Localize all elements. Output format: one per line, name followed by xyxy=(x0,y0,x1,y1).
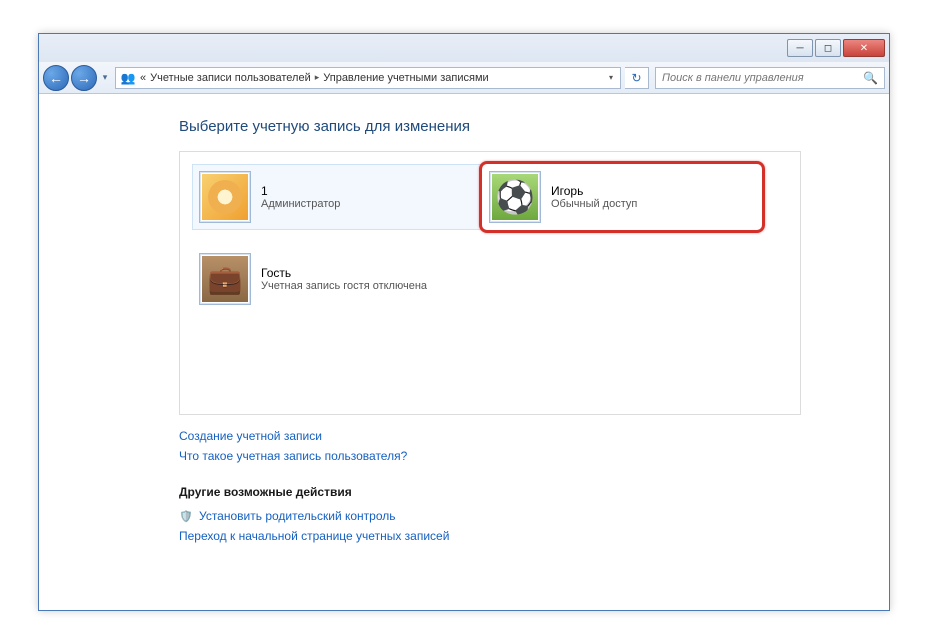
navigation-bar: ← → ▾ 👥 « Учетные записи пользователей ▸… xyxy=(39,62,889,94)
chevron-right-icon[interactable]: ▸ xyxy=(315,72,320,83)
close-button[interactable]: ✕ xyxy=(843,39,885,57)
titlebar: ─ ◻ ✕ xyxy=(39,34,889,62)
minimize-button[interactable]: ─ xyxy=(787,39,813,57)
account-name: Гость xyxy=(261,266,427,280)
account-name: Игорь xyxy=(551,184,637,198)
user-accounts-icon: 👥 xyxy=(120,70,136,86)
history-dropdown[interactable]: ▾ xyxy=(99,72,111,83)
search-icon: 🔍 xyxy=(863,71,878,85)
flower-icon xyxy=(202,174,248,220)
link-label: Переход к начальной странице учетных зап… xyxy=(179,529,449,543)
what-is-account-link[interactable]: Что такое учетная запись пользователя? xyxy=(179,449,829,463)
maximize-button[interactable]: ◻ xyxy=(815,39,841,57)
account-item-igor[interactable]: Игорь Обычный доступ xyxy=(482,164,772,230)
account-role: Учетная запись гостя отключена xyxy=(261,280,427,292)
account-name: 1 xyxy=(261,184,340,198)
arrow-right-icon: → xyxy=(77,70,91,86)
avatar xyxy=(489,171,541,223)
avatar xyxy=(199,253,251,305)
search-box[interactable]: 🔍 xyxy=(655,67,885,89)
search-input[interactable] xyxy=(662,72,863,84)
soccer-ball-icon xyxy=(492,174,538,220)
address-bar[interactable]: 👥 « Учетные записи пользователей ▸ Управ… xyxy=(115,67,621,89)
content-area: Выберите учетную запись для изменения 1 … xyxy=(39,94,889,610)
back-button[interactable]: ← xyxy=(43,65,69,91)
arrow-left-icon: ← xyxy=(49,70,63,86)
shield-icon: 🛡️ xyxy=(179,509,193,523)
avatar xyxy=(199,171,251,223)
address-dropdown[interactable]: ▾ xyxy=(606,73,616,82)
briefcase-icon xyxy=(202,256,248,302)
page-title: Выберите учетную запись для изменения xyxy=(179,118,829,135)
account-item-admin[interactable]: 1 Администратор xyxy=(192,164,482,230)
control-panel-window: ─ ◻ ✕ ← → ▾ 👥 « Учетные записи пользоват… xyxy=(38,33,890,611)
refresh-button[interactable]: ↻ xyxy=(625,67,649,89)
parental-controls-link[interactable]: 🛡️ Установить родительский контроль xyxy=(179,509,829,523)
create-account-link[interactable]: Создание учетной записи xyxy=(179,429,829,443)
breadcrumb-item[interactable]: Управление учетными записями xyxy=(323,72,488,84)
account-role: Обычный доступ xyxy=(551,198,637,210)
other-actions-heading: Другие возможные действия xyxy=(179,485,829,499)
refresh-icon: ↻ xyxy=(631,71,641,85)
link-label: Установить родительский контроль xyxy=(199,509,396,523)
accounts-home-link[interactable]: Переход к начальной странице учетных зап… xyxy=(179,529,829,543)
breadcrumb-item[interactable]: Учетные записи пользователей xyxy=(150,72,311,84)
accounts-panel: 1 Администратор Игорь Обычный доступ xyxy=(179,151,801,415)
forward-button[interactable]: → xyxy=(71,65,97,91)
account-role: Администратор xyxy=(261,198,340,210)
account-item-guest[interactable]: Гость Учетная запись гостя отключена xyxy=(192,246,482,312)
breadcrumb-prefix: « xyxy=(140,72,146,84)
account-links: Создание учетной записи Что такое учетна… xyxy=(179,429,829,463)
